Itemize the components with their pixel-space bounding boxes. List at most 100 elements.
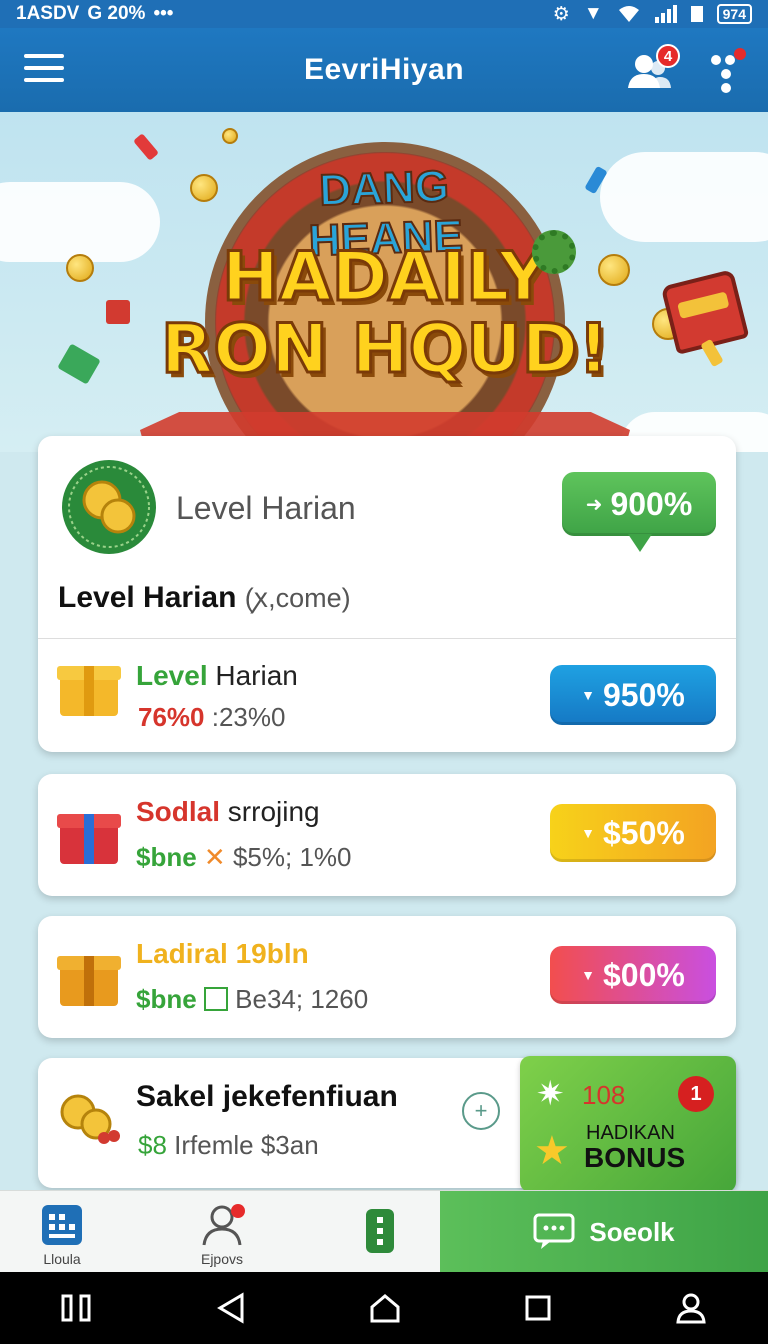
reward-percent-button[interactable]: ▼ $50% — [550, 804, 716, 862]
row-percent-button[interactable]: ▼ 950% — [550, 665, 716, 725]
sim-icon — [690, 6, 703, 22]
divider — [38, 638, 736, 639]
main-percent-button[interactable]: ➜ 900% — [562, 472, 716, 536]
notifications-button[interactable]: 4 — [624, 44, 680, 96]
reward-subtext: $bne ✕ $5%; 1%0 — [136, 842, 351, 873]
hamburger-menu-button[interactable] — [24, 54, 64, 84]
tab-home-label: Lloula — [43, 1251, 81, 1267]
row-sub-red: 76%0 — [138, 702, 205, 732]
dashboard-icon — [42, 1205, 82, 1245]
system-nav-bar — [0, 1272, 768, 1344]
coin-icon — [66, 254, 94, 282]
main-percent-label: 900% — [610, 485, 693, 522]
signal-text: G 20% — [87, 3, 146, 24]
caret-down-icon: ▼ — [581, 967, 595, 983]
wifi-icon — [618, 6, 639, 22]
more-options-button[interactable] — [704, 46, 748, 96]
user-icon — [202, 1204, 245, 1246]
more-vertical-icon — [377, 1217, 383, 1245]
reward-subtext: $8 Irfemle $3an — [138, 1130, 319, 1161]
bonus-count: 108 — [582, 1080, 626, 1110]
notification-badge: 4 — [656, 44, 680, 68]
center-tab-button[interactable] — [366, 1209, 394, 1253]
menu-icon-line — [24, 54, 64, 58]
reward-card: Ladiral 19bln $bne Be34; 1260 ▼ $00% — [38, 916, 736, 1038]
app-bar: EevriHiyan 4 — [0, 28, 768, 112]
bottom-tab-bar: Lloula Ejpovs Soeolk — [0, 1190, 768, 1273]
reward-percent-label: $00% — [603, 956, 685, 993]
reward-percent-button[interactable]: ▼ $00% — [550, 946, 716, 1004]
carrier-text: 1ASDV — [16, 3, 80, 24]
menu-icon-line — [24, 78, 64, 82]
coin-icon — [190, 174, 218, 202]
row-title: Level Harian — [136, 660, 298, 692]
reward-sub-green: $8 — [138, 1130, 167, 1160]
coin-icon — [222, 128, 238, 144]
overview-icon[interactable] — [524, 1294, 552, 1322]
card-subtitle: Level Harian (ꭗ,come) — [58, 578, 351, 615]
hero-title-line2: RON HQUD! — [159, 310, 610, 389]
reward-title: Sodlal srrojing — [136, 796, 320, 828]
card-subtitle-extra: (ꭗ,come) — [244, 583, 351, 613]
star-icon: ★ — [534, 1129, 570, 1173]
reward-title-dark: srrojing — [227, 796, 320, 827]
menu-icon-line — [24, 66, 64, 70]
reward-sub-green: $bne — [136, 842, 197, 872]
gift-box-icon — [57, 950, 121, 1006]
coin-stack-icon — [60, 1094, 120, 1144]
home-icon[interactable] — [369, 1293, 401, 1323]
reward-title: Sakel jekefenfiuan — [136, 1080, 398, 1113]
caret-down-icon: ▼ — [581, 825, 595, 841]
bonus-badge: 1 — [678, 1076, 714, 1112]
reward-subtext: $bne Be34; 1260 — [136, 984, 368, 1015]
account-icon[interactable] — [675, 1292, 707, 1324]
reward-title: Ladiral 19bln — [136, 938, 309, 969]
tab-profile-label: Ejpovs — [200, 1251, 244, 1267]
daily-level-card: Level Harian ➜ 900% Level Harian (ꭗ,come… — [38, 436, 736, 752]
row-title-green: Level — [136, 660, 208, 691]
add-circle-button[interactable]: + — [462, 1092, 500, 1130]
more-dots: ••• — [153, 3, 174, 24]
reward-title-red: Sodlal — [136, 796, 221, 827]
money-decoration — [57, 343, 101, 385]
reward-card: Sodlal srrojing $bne ✕ $5%; 1%0 ▼ $50% — [38, 774, 736, 896]
caret-down-icon: ▼ — [581, 687, 595, 703]
recents-bars-icon[interactable] — [61, 1294, 93, 1322]
status-bar: 1ASDV G 20% ••• ⚙ ▼ 974 — [0, 0, 768, 28]
sparkle-icon: ✷ — [536, 1075, 565, 1113]
confetti-decoration — [133, 133, 159, 161]
speech-tail — [628, 534, 652, 552]
reward-sub-green: $bne — [136, 984, 197, 1014]
tab-social[interactable]: Soeolk — [440, 1191, 768, 1273]
reward-percent-label: $50% — [603, 814, 685, 851]
row-sub-gray: :23%0 — [211, 702, 286, 732]
coin-icon — [598, 254, 630, 286]
back-icon[interactable] — [216, 1292, 246, 1324]
hero-banner[interactable]: DANG HEANE HADAILY RON HQUD! — [0, 112, 768, 452]
arrow-right-icon: ➜ — [585, 493, 603, 516]
chart-icon — [203, 987, 228, 1011]
settings-status-icon: ⚙ — [552, 3, 570, 25]
card-subtitle-main: Level Harian — [58, 581, 237, 614]
row-title-dark: Harian — [215, 660, 298, 691]
cloud-decoration — [600, 152, 768, 242]
bonus-panel[interactable]: ✷ 108 1 ★ HADIKAN BONUS — [520, 1056, 736, 1192]
cellular-icon — [654, 5, 677, 23]
reward-sub-gray: Be34; 1260 — [235, 984, 369, 1014]
card-heading: Level Harian — [176, 490, 356, 526]
cloud-decoration — [0, 182, 160, 262]
gift-decoration — [106, 300, 130, 324]
app-title: EevriHiyan — [303, 53, 465, 86]
chat-icon — [533, 1213, 575, 1249]
gift-box-icon — [57, 808, 121, 864]
close-x-icon: ✕ — [203, 842, 226, 872]
bonus-line2: BONUS — [584, 1142, 686, 1173]
coin-badge-icon — [62, 460, 156, 554]
row-subtext: 76%0 :23%0 — [138, 702, 285, 733]
location-icon: ▼ — [583, 3, 603, 24]
tab-home[interactable]: Lloula — [20, 1191, 104, 1273]
tab-profile[interactable]: Ejpovs — [180, 1191, 264, 1273]
gift-box-icon — [57, 660, 121, 716]
reward-sub-gray: Irfemle $3an — [174, 1130, 319, 1160]
reward-sub-gray: $5%; 1%0 — [232, 842, 352, 872]
